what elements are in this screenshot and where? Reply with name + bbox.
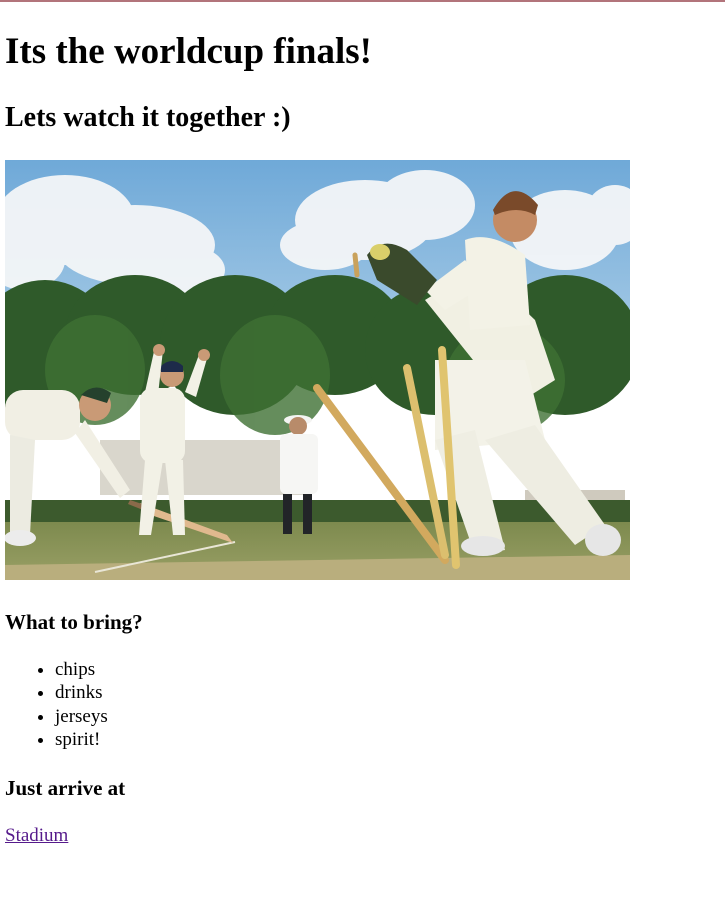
list-item: spirit! bbox=[55, 728, 108, 751]
bring-heading: What to bring? bbox=[5, 610, 143, 634]
page-subtitle: Lets watch it together :) bbox=[5, 102, 291, 133]
page-title: Its the worldcup finals! bbox=[5, 31, 372, 72]
bring-list: chips drinks jerseys spirit! bbox=[5, 658, 108, 751]
list-item: jerseys bbox=[55, 705, 108, 728]
cricket-photo bbox=[5, 160, 630, 580]
list-item: chips bbox=[55, 658, 108, 681]
top-border bbox=[0, 0, 725, 2]
arrive-heading: Just arrive at bbox=[5, 776, 126, 800]
list-item: drinks bbox=[55, 681, 108, 704]
stadium-link[interactable]: Stadium bbox=[5, 824, 68, 848]
